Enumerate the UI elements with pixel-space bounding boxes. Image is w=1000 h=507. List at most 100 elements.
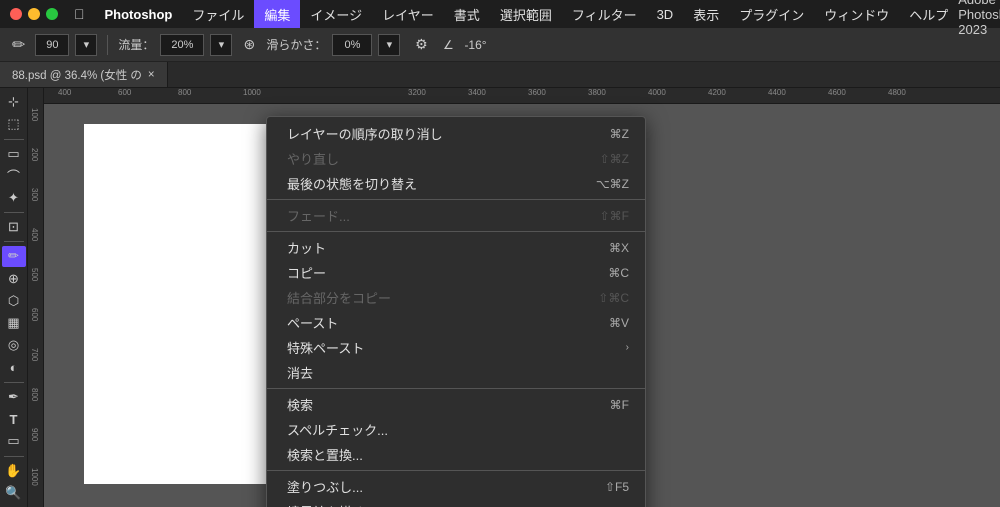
menu-item-shortcut: ⌘X (609, 241, 629, 255)
settings-icon[interactable]: ⚙ (410, 34, 432, 56)
tab-item-88psd[interactable]: 88.psd @ 36.4% (女性 の × (0, 62, 168, 87)
apple-logo[interactable]:  (68, 6, 91, 22)
eraser-tool-icon[interactable]: ⬡ (2, 291, 26, 311)
menu-item-label: 消去 (287, 363, 313, 382)
menu-item-fade: フェード... ⇧⌘F (267, 203, 645, 228)
options-bar: ✏ 90 ▾ 流量： 20% ▾ ⊛ 滑らかさ： 0% ▾ ⚙ ∠ -16° (0, 28, 1000, 62)
menu-item-label: フェード... (287, 206, 350, 225)
minimize-button[interactable] (28, 8, 40, 20)
move-tool-icon[interactable]: ⊹ (2, 92, 26, 112)
hand-tool-icon[interactable]: ✋ (2, 460, 26, 480)
menu-item-label: 検索 (287, 395, 313, 414)
menubar-item-plugins[interactable]: プラグイン (729, 0, 814, 28)
menu-item-label: 塗りつぶし... (287, 477, 363, 496)
clone-tool-icon[interactable]: ⊕ (2, 269, 26, 289)
menubar-item-window[interactable]: ウィンドウ (814, 0, 899, 28)
tab-close-icon[interactable]: × (148, 69, 155, 81)
edit-dropdown-menu: レイヤーの順序の取り消し⌘Z やり直し ⇧⌘Z 最後の状態を切り替え ⌥⌘Z フェード..… (266, 116, 646, 507)
menu-item-shortcut: ⌘V (609, 316, 629, 330)
menu-separator (267, 199, 645, 200)
menubar-item-edit[interactable]: 編集 (254, 0, 300, 28)
menu-item-label: 結合部分をコピー (287, 288, 391, 307)
menubar-item-filter[interactable]: フィルター (562, 0, 647, 28)
zoom-tool-icon[interactable]: 🔍 (2, 483, 26, 503)
menubar-item-3d[interactable]: 3D (647, 0, 684, 28)
artboard-tool-icon[interactable]: ⬚ (2, 114, 26, 134)
flow-dropdown[interactable]: ▾ (210, 34, 232, 56)
menubar-item-type[interactable]: 書式 (444, 0, 490, 28)
menubar-item-view[interactable]: 表示 (683, 0, 729, 28)
menu-item-label: 最後の状態を切り替え (287, 174, 417, 193)
dodge-tool-icon[interactable]: ◐ (2, 358, 26, 378)
menu-item-paste[interactable]: ペースト ⌘V (267, 310, 645, 335)
flow-input[interactable]: 20% (160, 34, 204, 56)
menu-item-shortcut: ⌘F (610, 398, 629, 412)
crop-tool-icon[interactable]: ⊡ (2, 217, 26, 237)
menu-item-toggle-state[interactable]: 最後の状態を切り替え ⌥⌘Z (267, 171, 645, 196)
window-controls (0, 8, 68, 20)
marquee-tool-icon[interactable]: ▭ (2, 143, 26, 163)
menu-item-label: やり直し (287, 149, 339, 168)
magic-wand-icon[interactable]: ✦ (2, 188, 26, 208)
lasso-tool-icon[interactable]: ⌒ (2, 166, 26, 186)
menu-separator (267, 231, 645, 232)
brush-options-icon: ✏ (8, 35, 29, 55)
menubar-item-photoshop[interactable]: Photoshop (95, 0, 183, 28)
menu-separator (267, 388, 645, 389)
airbrush-icon[interactable]: ⊛ (238, 34, 260, 56)
close-button[interactable] (10, 8, 22, 20)
menu-item-label: 境界線を描く... (287, 502, 376, 507)
menu-item-search[interactable]: 検索 ⌘F (267, 392, 645, 417)
blur-tool-icon[interactable]: ◎ (2, 335, 26, 355)
tab-bar: 88.psd @ 36.4% (女性 の × (0, 62, 1000, 88)
brush-tool-icon[interactable]: ✏ (2, 246, 26, 266)
menu-item-label: レイヤーの順序の取り消し (287, 124, 443, 143)
menu-item-paste-special[interactable]: 特殊ペースト› (267, 335, 645, 360)
menu-bar:  Photoshop ファイル 編集 イメージ レイヤー 書式 選択範囲 フィ… (0, 0, 1000, 28)
menu-item-shortcut: ⇧⌘F (600, 209, 629, 223)
menu-item-copy[interactable]: コピー⌘C (267, 260, 645, 285)
menu-item-spell-check[interactable]: スペルチェック... (267, 417, 645, 442)
menu-item-clear[interactable]: 消去 (267, 360, 645, 385)
menubar-items: Photoshop ファイル 編集 イメージ レイヤー 書式 選択範囲 フィルタ… (95, 0, 1000, 28)
toolbar-separator-5 (4, 456, 24, 457)
main-area: ⊹ ⬚ ▭ ⌒ ✦ ⊡ ✏ ⊕ ⬡ ▦ ◎ ◐ ✒ T ▭ ✋ 🔍 400 60… (0, 88, 1000, 507)
menu-item-shortcut: ⌥⌘Z (596, 177, 629, 191)
menubar-item-select[interactable]: 選択範囲 (490, 0, 562, 28)
dropdown-overlay: レイヤーの順序の取り消し⌘Z やり直し ⇧⌘Z 最後の状態を切り替え ⌥⌘Z フェード..… (28, 88, 1000, 507)
angle-value: -16° (464, 38, 486, 52)
type-tool-icon[interactable]: T (2, 409, 26, 429)
menu-item-stroke[interactable]: 境界線を描く... (267, 499, 645, 507)
menu-item-shortcut: ⇧F5 (605, 480, 629, 494)
flow-label: 流量： (118, 36, 154, 53)
pen-tool-icon[interactable]: ✒ (2, 387, 26, 407)
menubar-item-layer[interactable]: レイヤー (372, 0, 444, 28)
angle-icon[interactable]: ∠ (438, 35, 458, 55)
menu-item-label: コピー (287, 263, 326, 282)
toolbar-separator-4 (4, 382, 24, 383)
gradient-tool-icon[interactable]: ▦ (2, 313, 26, 333)
left-toolbar: ⊹ ⬚ ▭ ⌒ ✦ ⊡ ✏ ⊕ ⬡ ▦ ◎ ◐ ✒ T ▭ ✋ 🔍 (0, 88, 28, 507)
menubar-item-file[interactable]: ファイル (182, 0, 254, 28)
smoothing-input[interactable]: 0% (332, 34, 372, 56)
menu-item-cut[interactable]: カット ⌘X (267, 235, 645, 260)
menu-item-shortcut: ⇧⌘Z (600, 152, 629, 166)
menu-item-label: 特殊ペースト (287, 338, 364, 357)
app-title: Adobe Photoshop 2023 (958, 0, 1000, 37)
brush-options-dropdown[interactable]: ▾ (75, 34, 97, 56)
shape-tool-icon[interactable]: ▭ (2, 431, 26, 451)
menu-item-label: 検索と置換... (287, 445, 363, 464)
toolbar-separator-2 (4, 212, 24, 213)
smoothing-dropdown[interactable]: ▾ (378, 34, 400, 56)
menu-item-label: カット (287, 238, 326, 257)
maximize-button[interactable] (46, 8, 58, 20)
menu-item-find-replace[interactable]: 検索と置換... (267, 442, 645, 467)
menubar-item-image[interactable]: イメージ (300, 0, 372, 28)
menu-item-label: ペースト (287, 313, 338, 332)
menu-separator (267, 470, 645, 471)
canvas-area: 400 600 800 1000 3200 3400 3600 3800 400… (28, 88, 1000, 507)
menu-item-fill[interactable]: 塗りつぶし... ⇧F5 (267, 474, 645, 499)
brush-size-input[interactable]: 90 (35, 34, 69, 56)
menubar-item-help[interactable]: ヘルプ (899, 0, 958, 28)
menu-item-undo[interactable]: レイヤーの順序の取り消し⌘Z (267, 121, 645, 146)
